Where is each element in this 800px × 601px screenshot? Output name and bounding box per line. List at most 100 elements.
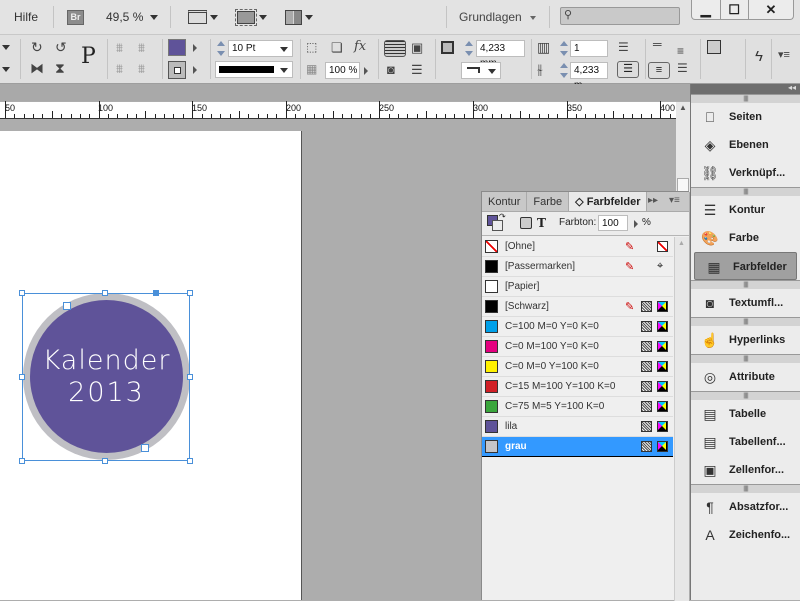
select-container-icon[interactable]: ⩩	[116, 41, 123, 54]
scroll-up-icon[interactable]: ▲	[678, 240, 685, 247]
dock-group-grip[interactable]: ||||||||	[691, 187, 800, 196]
corner-size-stepper[interactable]	[465, 40, 473, 57]
swatch-row[interactable]: [Papier]	[482, 277, 673, 297]
selection-bounding-box[interactable]	[22, 293, 190, 461]
opacity-field[interactable]: 100 %	[325, 62, 360, 79]
swatch-row[interactable]: [Schwarz] ✎	[482, 297, 673, 317]
zoom-level-dropdown[interactable]: 49,5 %	[106, 10, 143, 24]
opacity-menu-arrow-icon[interactable]	[364, 67, 368, 75]
chevron-down-icon[interactable]	[210, 15, 218, 20]
flip-vertical-icon[interactable]: ⧗	[55, 61, 65, 75]
chevron-down-icon[interactable]	[530, 16, 536, 20]
resize-handle[interactable]	[102, 458, 108, 464]
gutter-stepper[interactable]	[560, 62, 568, 79]
quick-apply-lightning-icon[interactable]: ϟ	[755, 49, 763, 64]
resize-handle[interactable]	[187, 290, 193, 296]
dock-item-character-styles[interactable]: A Zeichenfo...	[691, 521, 800, 549]
swatch-row[interactable]: C=0 M=100 Y=0 K=0	[482, 337, 673, 357]
swatch-row[interactable]: grau	[482, 437, 673, 457]
align-left-button[interactable]: ☰	[617, 61, 639, 78]
jump-object-icon[interactable]: ☰	[411, 63, 423, 76]
stroke-box-icon[interactable]	[492, 220, 503, 231]
fill-swatch[interactable]	[168, 39, 186, 56]
tab-swatches[interactable]: ◇ Farbfelder	[569, 192, 648, 211]
chevron-down-icon[interactable]	[259, 15, 267, 20]
resize-handle[interactable]	[187, 458, 193, 464]
search-input[interactable]: ⚲	[560, 7, 680, 25]
gutter-field[interactable]: 4,233 m	[570, 62, 608, 91]
swatch-row[interactable]: C=15 M=100 Y=100 K=0	[482, 377, 673, 397]
columns-stepper[interactable]	[560, 40, 568, 57]
content-grabber-handle[interactable]	[141, 444, 149, 452]
swatch-row[interactable]: C=100 M=0 Y=0 K=0	[482, 317, 673, 337]
collapse-panel-icon[interactable]: ▸▸	[648, 195, 658, 206]
dock-item-paragraph-styles[interactable]: ¶ Absatzfor...	[691, 493, 800, 521]
chevron-down-icon[interactable]	[488, 69, 496, 74]
workspace-switcher[interactable]: Grundlagen	[459, 10, 522, 24]
control-panel-menu-icon[interactable]: ▾≡	[778, 50, 790, 61]
dock-item-swatches[interactable]: ▦ Farbfelder	[694, 252, 797, 280]
dock-group-grip[interactable]: ||||||||	[691, 484, 800, 493]
dock-item-layers[interactable]: ◈ Ebenen	[691, 131, 800, 159]
expand-dock-icon[interactable]: ◂◂	[788, 83, 796, 92]
dock-item-table[interactable]: ▤ Tabelle	[691, 400, 800, 428]
dock-group-grip[interactable]: ||||||||	[691, 391, 800, 400]
dock-group-grip[interactable]: ||||||||	[691, 280, 800, 289]
chevron-down-icon[interactable]	[150, 15, 158, 20]
dock-item-color[interactable]: 🎨 Farbe	[691, 224, 800, 252]
view-options-icon[interactable]	[188, 10, 207, 24]
dock-item-text-wrap[interactable]: ◙ Textumfl...	[691, 289, 800, 317]
wrap-object-shape-icon[interactable]: ◙	[387, 63, 395, 76]
close-button[interactable]: ✕	[749, 0, 793, 19]
stroke-menu-arrow-icon[interactable]	[193, 66, 197, 74]
dock-item-cell-styles[interactable]: ▣ Zellenfor...	[691, 456, 800, 484]
dock-group-grip[interactable]: ||||||||	[691, 317, 800, 326]
corner-size-field[interactable]: 4,233 mm	[476, 40, 525, 69]
swap-fill-stroke-icon[interactable]: ↷	[499, 212, 506, 221]
maximize-button[interactable]: ☐	[721, 0, 749, 19]
vertical-align-top-icon[interactable]: ═	[653, 38, 662, 50]
tint-slider-arrow-icon[interactable]	[634, 220, 638, 228]
vertical-scrollbar[interactable]: ▲	[676, 102, 690, 192]
stroke-swatch[interactable]	[168, 61, 186, 79]
chevron-down-icon[interactable]	[2, 67, 10, 72]
tab-stroke[interactable]: Kontur	[482, 192, 528, 211]
panel-menu-icon[interactable]: ▾≡	[669, 195, 680, 206]
stroke-weight-field[interactable]: 10 Pt	[228, 40, 293, 57]
menu-help[interactable]: Hilfe	[14, 10, 38, 24]
effects-fx-icon[interactable]: fx	[354, 40, 366, 53]
vertical-align-bottom-button[interactable]: ≡	[648, 62, 670, 79]
corner-shape-dropdown[interactable]	[461, 62, 501, 79]
vertical-justify-icon[interactable]: ☰	[677, 62, 688, 74]
scroll-thumb[interactable]	[677, 178, 689, 192]
arrange-documents-icon[interactable]	[285, 10, 302, 25]
bridge-button[interactable]: Br	[67, 10, 84, 25]
wrap-bounding-box-icon[interactable]: ▣	[411, 41, 423, 54]
select-previous-icon[interactable]: ⩩	[138, 41, 145, 54]
reference-point-p-icon[interactable]: P	[80, 43, 97, 70]
dock-item-attributes[interactable]: ◎ Attribute	[691, 363, 800, 391]
corner-options-handle[interactable]	[153, 290, 159, 296]
select-content-icon[interactable]: ⩩	[116, 62, 123, 75]
formatting-text-icon[interactable]: T	[537, 216, 546, 230]
stroke-weight-stepper[interactable]	[217, 40, 225, 57]
chevron-down-icon[interactable]	[280, 68, 288, 73]
drop-shadow-toggle-icon[interactable]: ⬚	[306, 41, 317, 53]
rotate-cw-icon[interactable]: ↻	[31, 40, 43, 54]
resize-handle[interactable]	[187, 374, 193, 380]
corner-options-icon[interactable]	[441, 41, 454, 54]
swatch-row[interactable]: C=75 M=5 Y=100 K=0	[482, 397, 673, 417]
columns-field[interactable]: 1	[570, 40, 608, 57]
select-next-icon[interactable]: ⩩	[138, 62, 145, 75]
resize-handle[interactable]	[19, 374, 25, 380]
dock-item-table-styles[interactable]: ▤ Tabellenf...	[691, 428, 800, 456]
swatch-row[interactable]: lila	[482, 417, 673, 437]
auto-fit-frame-icon[interactable]	[707, 40, 721, 54]
scroll-up-icon[interactable]: ▲	[679, 103, 687, 112]
swatch-row[interactable]: [Ohne] ✎	[482, 237, 673, 257]
dock-item-pages[interactable]: ⎕ Seiten	[691, 103, 800, 131]
align-top-icon[interactable]: ☰	[618, 41, 629, 53]
chevron-down-icon[interactable]	[280, 47, 288, 52]
swatch-row[interactable]: C=0 M=0 Y=100 K=0	[482, 357, 673, 377]
flip-horizontal-icon[interactable]: ⧓	[30, 61, 44, 75]
